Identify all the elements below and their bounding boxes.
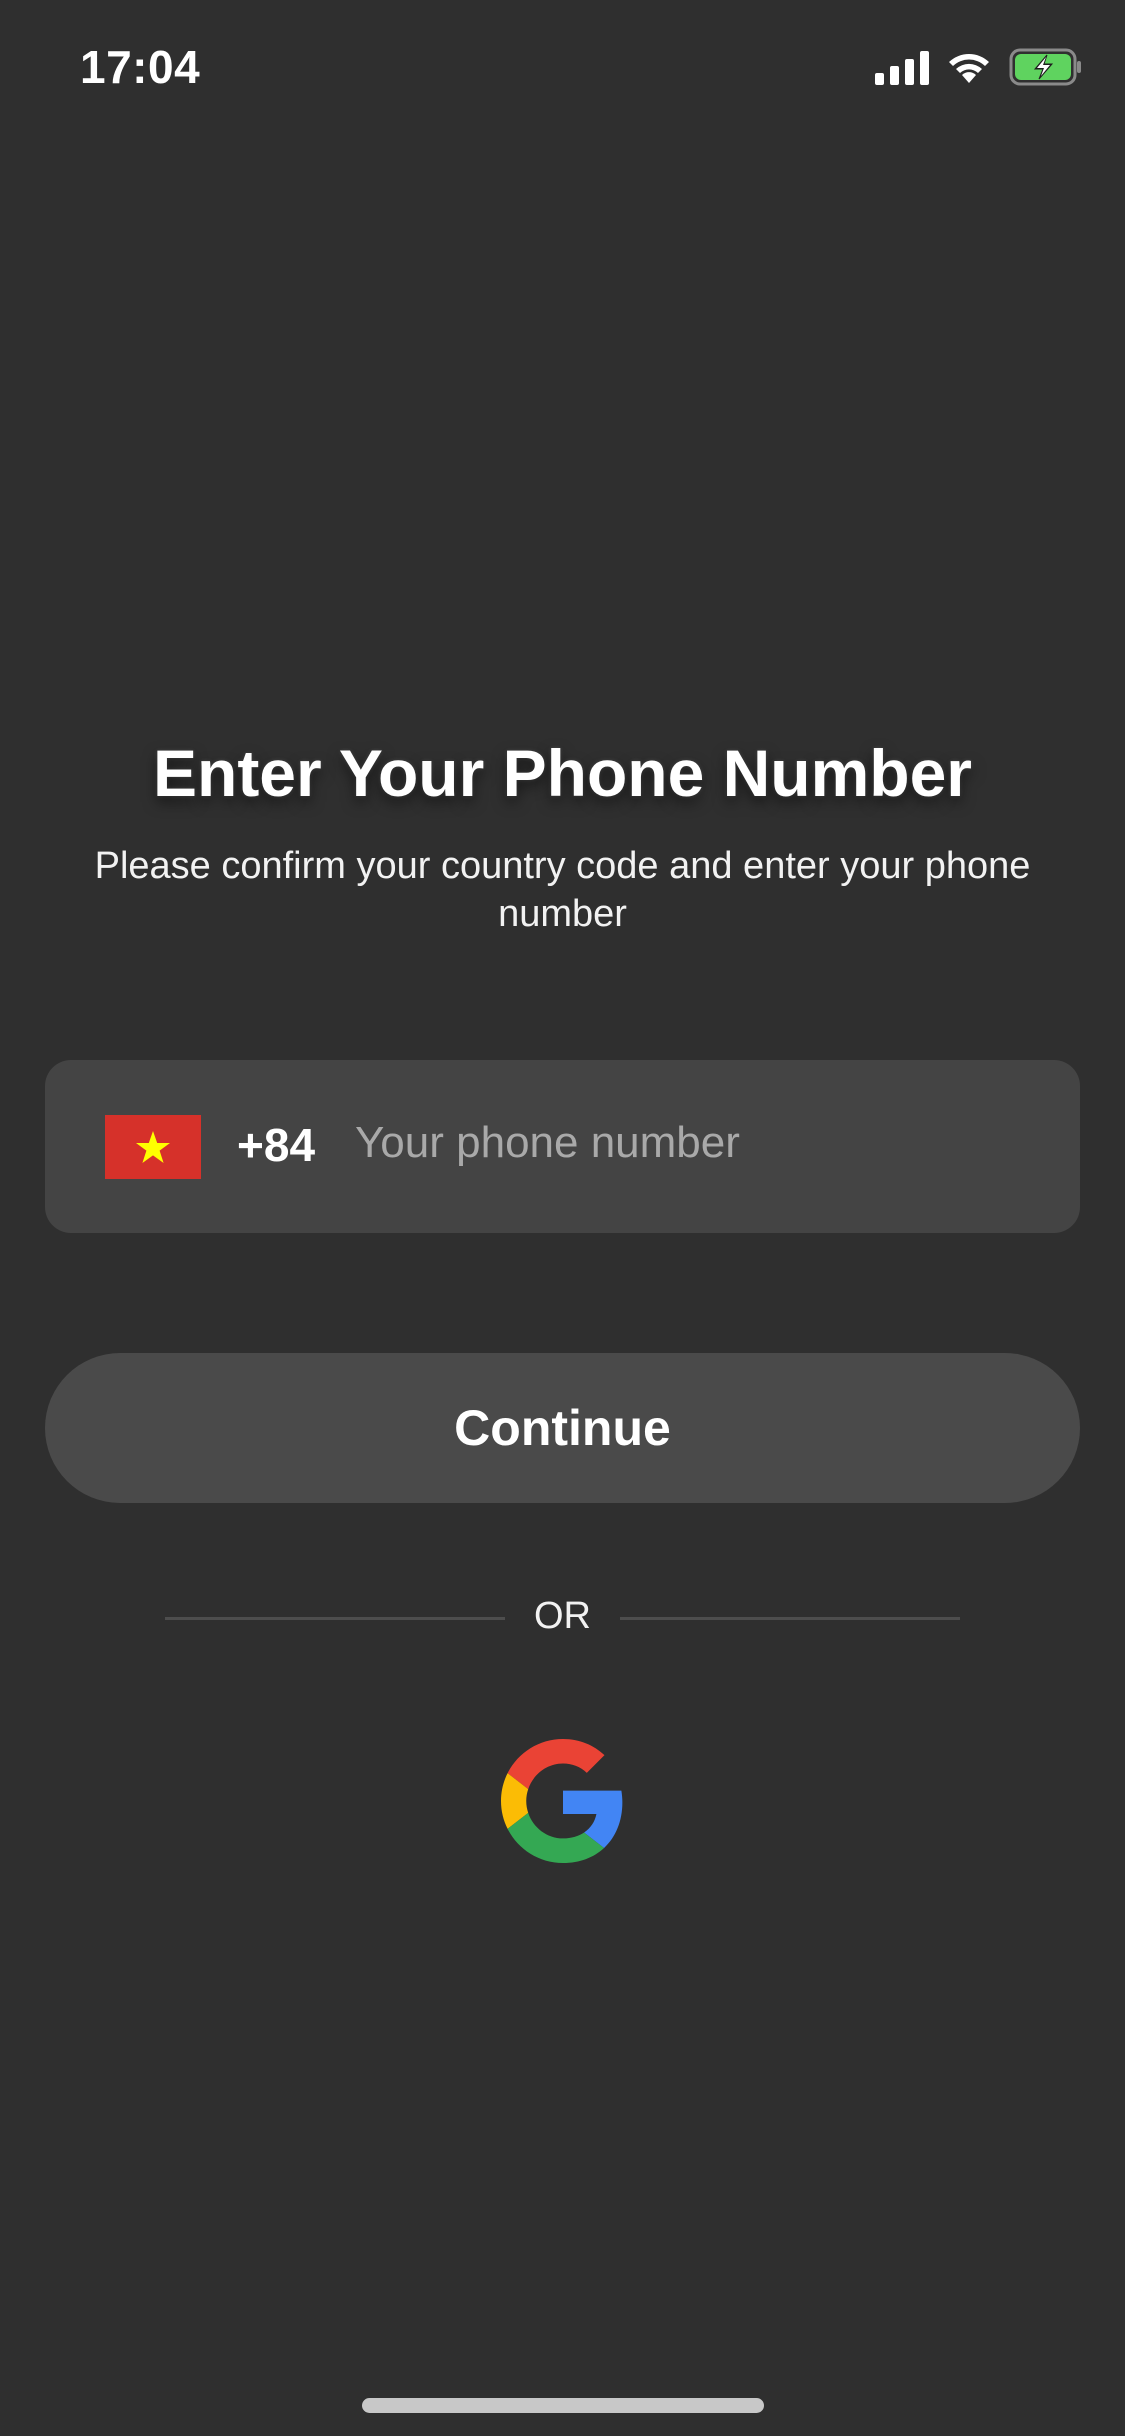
phone-number-input[interactable] [355, 1108, 1035, 1178]
cellular-signal-icon [875, 49, 929, 85]
vietnam-flag-icon[interactable] [105, 1115, 201, 1179]
battery-charging-icon [1009, 48, 1083, 86]
google-logo-icon [500, 1738, 622, 1863]
phone-login-screen: 17:04 Enter Your Phone Number Please con… [0, 0, 1125, 2436]
page-title: Enter Your Phone Number [152, 736, 972, 810]
status-bar: 17:04 [0, 0, 1125, 140]
status-time: 17:04 [80, 41, 201, 93]
continue-button[interactable]: Continue [45, 1353, 1080, 1503]
divider-line-right [620, 1617, 960, 1620]
country-code[interactable]: +84 [237, 1118, 315, 1172]
google-sign-in-button[interactable] [500, 1738, 625, 1863]
home-indicator[interactable] [362, 2398, 764, 2413]
page-subtitle: Please confirm your country code and ent… [94, 845, 1031, 935]
phone-number-field[interactable]: +84 [45, 1060, 1080, 1233]
status-icons [875, 48, 1083, 86]
wifi-icon [947, 50, 991, 84]
